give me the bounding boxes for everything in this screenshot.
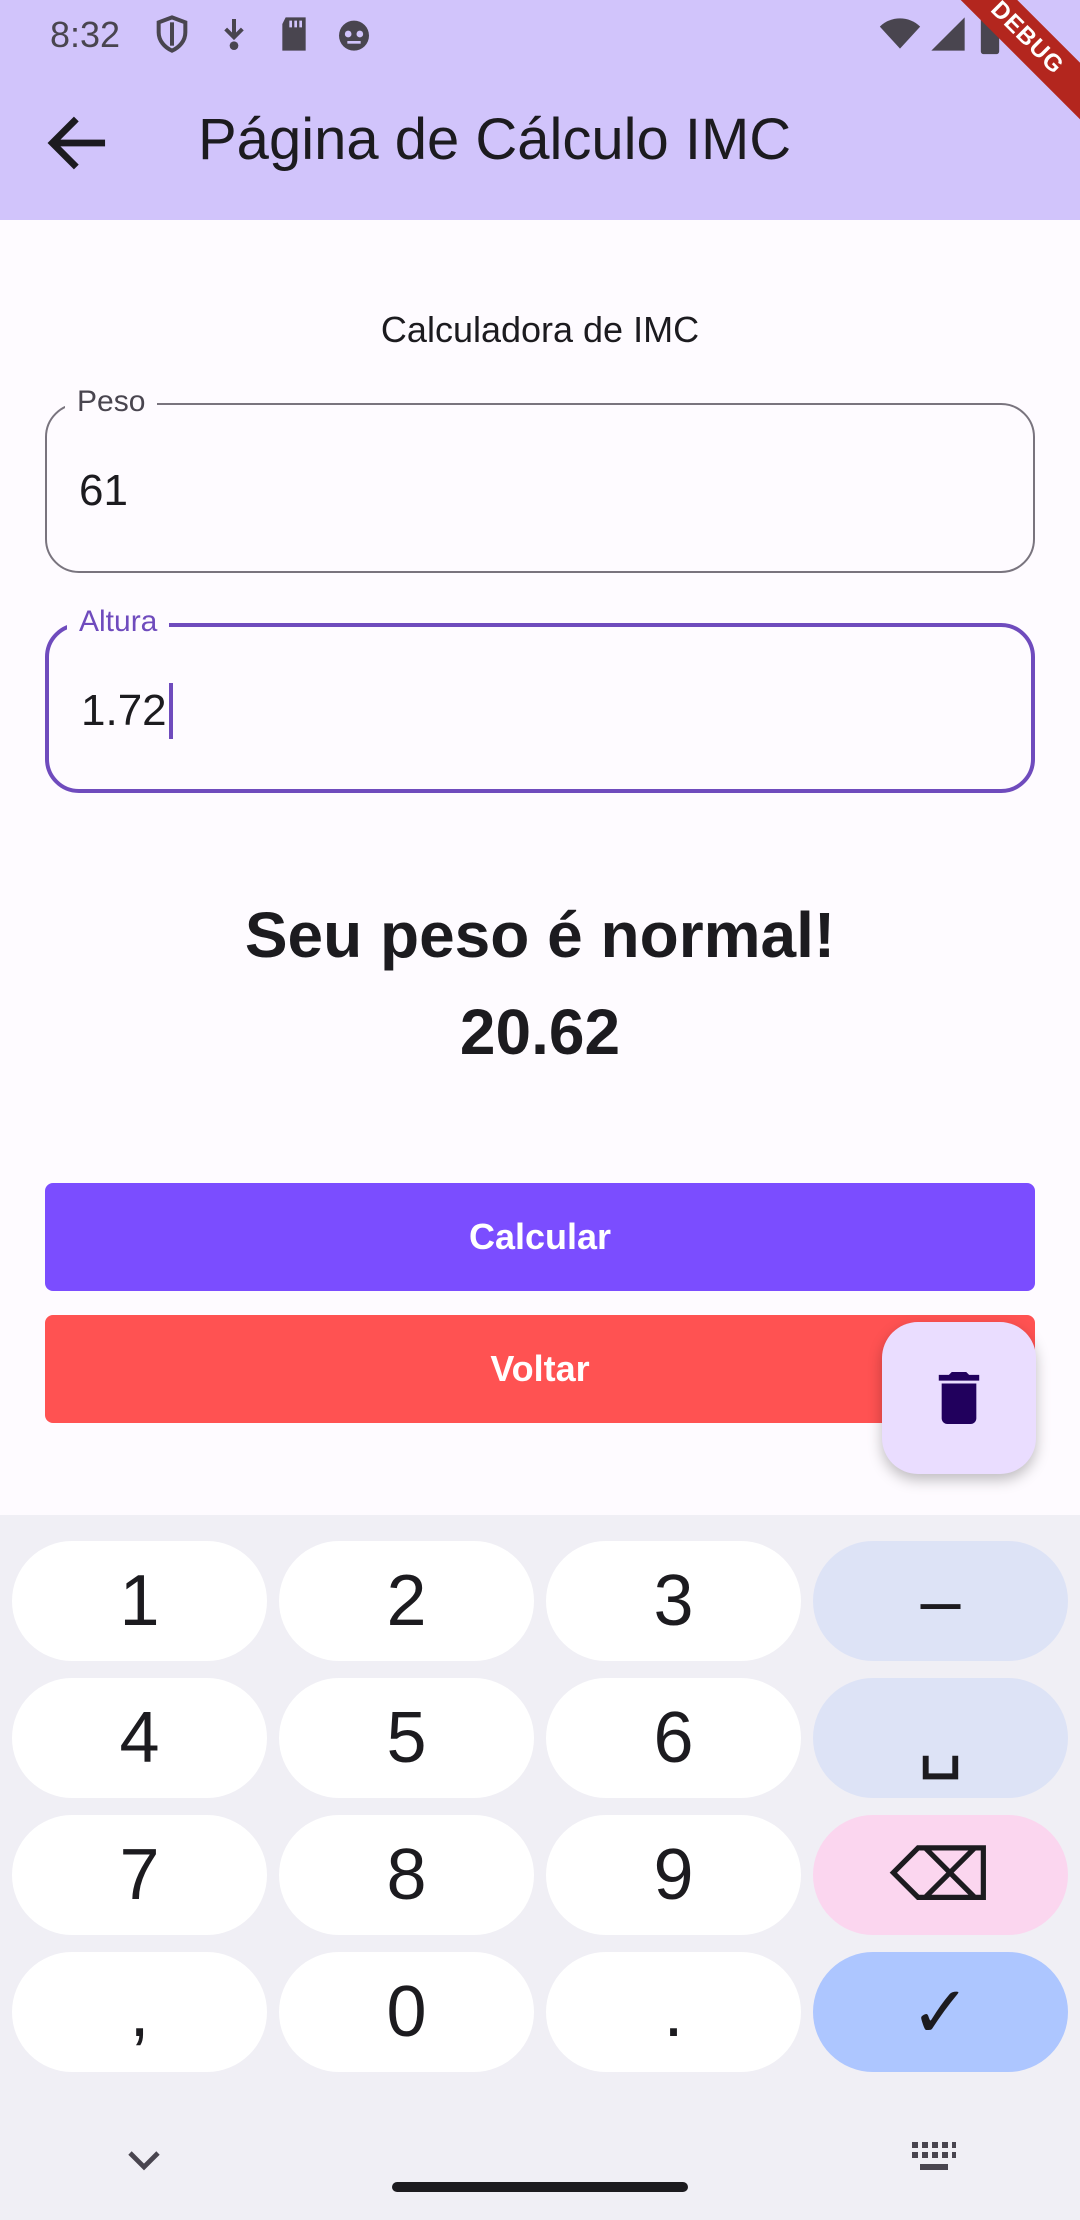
robot-face-icon <box>339 20 369 51</box>
altura-value: 1.72 <box>81 686 167 735</box>
bmi-value: 20.62 <box>459 996 621 1068</box>
keyboard-icon[interactable] <box>910 2138 958 2178</box>
key-9[interactable]: 9 <box>546 1815 801 1935</box>
key-0[interactable]: 0 <box>279 1952 534 2072</box>
key-6[interactable]: 6 <box>546 1678 801 1798</box>
back-arrow-icon[interactable] <box>40 106 114 180</box>
key-5[interactable]: 5 <box>279 1678 534 1798</box>
calculator-heading: Calculadora de IMC <box>380 309 700 350</box>
key-space[interactable]: ␣ <box>813 1678 1068 1798</box>
key-done[interactable]: ✓ <box>813 1952 1068 2072</box>
peso-field[interactable]: Peso 61 <box>45 384 1035 573</box>
trash-icon <box>938 1372 980 1424</box>
altura-label: Altura <box>67 604 170 640</box>
page-title: Página de Cálculo IMC <box>198 107 792 172</box>
text-cursor <box>168 683 173 739</box>
chevron-down-icon[interactable] <box>120 2135 168 2183</box>
numeric-keyboard: 1 2 3 – 4 5 6 ␣ 7 8 9 ⌫ , 0 . ✓ <box>0 1515 1080 2220</box>
gesture-nav-handle[interactable] <box>392 2182 688 2192</box>
key-backspace[interactable]: ⌫ <box>813 1815 1068 1935</box>
key-period[interactable]: . <box>546 1952 801 2072</box>
altura-field[interactable]: Altura 1.72 <box>45 604 1035 793</box>
key-1[interactable]: 1 <box>12 1541 267 1661</box>
key-7[interactable]: 7 <box>12 1815 267 1935</box>
wifi-icon <box>879 18 921 49</box>
delete-fab[interactable] <box>882 1322 1036 1474</box>
signal-icon <box>931 17 965 51</box>
download-icon <box>224 19 244 50</box>
key-minus[interactable]: – <box>813 1541 1068 1661</box>
shield-icon <box>156 15 188 53</box>
peso-value[interactable]: 61 <box>79 463 128 519</box>
altura-input[interactable]: 1.72 <box>81 683 173 739</box>
key-3[interactable]: 3 <box>546 1541 801 1661</box>
key-8[interactable]: 8 <box>279 1815 534 1935</box>
status-time: 8:32 <box>50 14 121 55</box>
calcular-button[interactable]: Calcular <box>45 1183 1035 1291</box>
key-comma[interactable]: , <box>12 1952 267 2072</box>
sd-card-icon <box>282 17 306 51</box>
peso-label: Peso <box>65 384 158 420</box>
result-message: Seu peso é normal! <box>244 899 836 971</box>
key-4[interactable]: 4 <box>12 1678 267 1798</box>
key-2[interactable]: 2 <box>279 1541 534 1661</box>
